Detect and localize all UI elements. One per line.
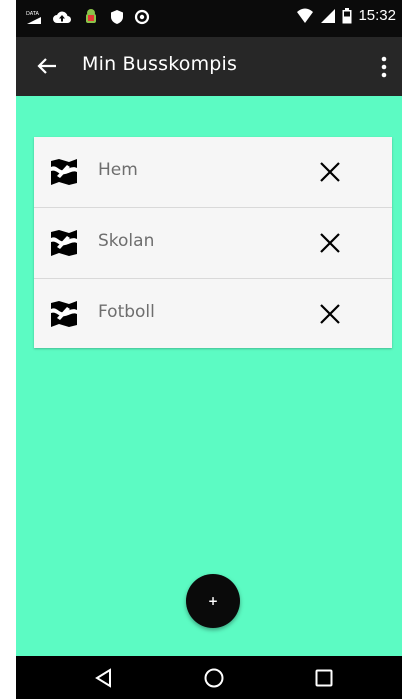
screen-frame: DATA 15:32 Min Busskompis Hem Skolan Fot… [0, 0, 406, 699]
android-icon [82, 8, 100, 26]
add-location-button[interactable]: + [186, 574, 240, 628]
list-item-label: Hem [98, 160, 138, 180]
nav-recents-icon[interactable] [312, 666, 336, 690]
list-item[interactable]: Hem [34, 137, 392, 208]
map-icon [49, 229, 79, 257]
close-icon[interactable] [319, 161, 341, 183]
cell-signal-icon [320, 8, 336, 24]
status-left-icons: DATA [26, 8, 150, 26]
list-item-label: Skolan [98, 231, 155, 251]
data-icon: DATA [26, 9, 42, 25]
page-title: Min Busskompis [82, 53, 238, 75]
cloud-upload-icon [52, 9, 72, 25]
status-bar: DATA 15:32 [16, 0, 402, 37]
navigation-bar [16, 656, 402, 699]
more-vert-icon[interactable] [380, 56, 388, 78]
sync-icon [134, 9, 150, 25]
map-icon [49, 158, 79, 186]
shield-icon [110, 9, 124, 25]
locations-list: Hem Skolan Fotboll [34, 137, 392, 348]
close-icon[interactable] [319, 232, 341, 254]
list-item[interactable]: Fotboll [34, 279, 392, 348]
nav-back-icon[interactable] [92, 666, 116, 690]
list-item[interactable]: Skolan [34, 208, 392, 279]
arrow-back-icon[interactable] [36, 55, 58, 77]
close-icon[interactable] [319, 303, 341, 325]
app-bar: Min Busskompis [16, 37, 402, 96]
status-right-icons: 15:32 [296, 7, 396, 24]
svg-text:DATA: DATA [26, 11, 39, 17]
battery-icon [342, 7, 352, 24]
wifi-icon [296, 8, 314, 24]
status-time: 15:32 [358, 7, 396, 24]
map-icon [49, 300, 79, 328]
list-item-label: Fotboll [98, 302, 155, 322]
nav-home-icon[interactable] [202, 666, 226, 690]
fab-label: + [207, 594, 219, 608]
phone-screen: DATA 15:32 Min Busskompis Hem Skolan Fot… [16, 0, 402, 699]
